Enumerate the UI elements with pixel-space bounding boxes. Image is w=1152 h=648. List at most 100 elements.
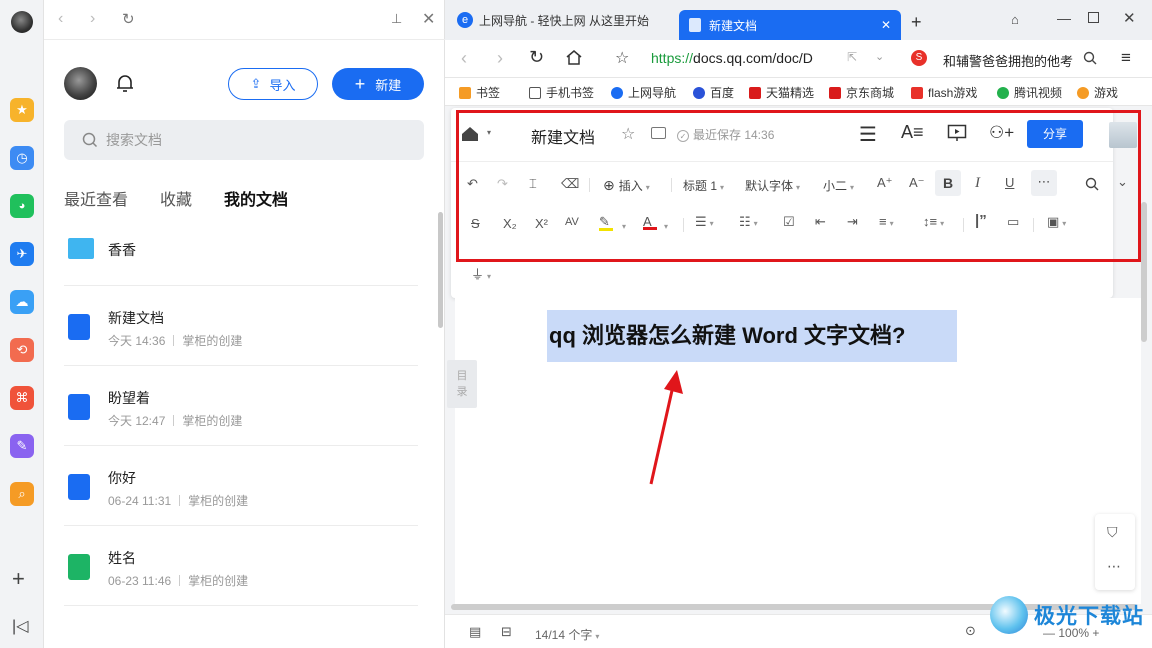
user-avatar[interactable] xyxy=(11,11,33,33)
tab-title: 上网导航 - 轻快上网 从这里开始 xyxy=(479,14,649,28)
search-engine-icon[interactable]: S xyxy=(911,50,927,66)
folder-name: 香香 xyxy=(108,242,136,258)
bookmark-item[interactable]: 手机书签 xyxy=(529,84,594,101)
nav-back-icon[interactable]: ‹ xyxy=(461,48,467,69)
maximize-icon[interactable] xyxy=(1088,12,1099,23)
translate-icon[interactable]: ⟲ xyxy=(10,338,34,362)
upload-icon: ⇪ xyxy=(250,76,262,91)
ie-icon xyxy=(611,87,623,99)
bookmark-item[interactable]: 天猫精选 xyxy=(749,84,814,101)
play-icon[interactable]: ⊙ xyxy=(965,623,976,639)
collapse-icon[interactable]: |◁ xyxy=(12,616,28,636)
shirt-icon[interactable]: ⛉ xyxy=(1107,524,1118,541)
pdf-icon[interactable]: ⌘ xyxy=(10,386,34,410)
new-tab-icon[interactable]: + xyxy=(911,12,922,33)
wechat-icon[interactable]: ◕ xyxy=(10,194,34,218)
clock-icon[interactable]: ◷ xyxy=(10,146,34,170)
add-icon[interactable]: + xyxy=(12,566,25,592)
folder-item[interactable]: 香香 xyxy=(64,226,418,286)
reload-icon[interactable]: ↻ xyxy=(529,47,544,68)
url-field[interactable]: https://docs.qq.com/doc/D xyxy=(651,50,813,66)
list-item[interactable]: 新建文档 今天 14:36 掌柜的创建 xyxy=(64,286,418,366)
refresh-icon[interactable]: ↻ xyxy=(122,10,135,28)
url-dropdown-icon[interactable]: ⌄ xyxy=(875,50,884,63)
bookmarks-bar: 书签 手机书签 上网导航 百度 天猫精选 京东商城 flash游戏 腾讯视频 游… xyxy=(445,78,1152,106)
cloud-icon[interactable]: ☁ xyxy=(10,290,34,314)
import-label: 导入 xyxy=(269,77,296,93)
sign-icon[interactable]: ✎ xyxy=(10,434,34,458)
floating-tools: ⛉ ⋯ xyxy=(1095,514,1135,590)
tab-bar: e 上网导航 - 轻快上网 从这里开始 新建文档 ✕ + ⌂ — ✕ xyxy=(445,0,1152,40)
panel-scrollbar[interactable] xyxy=(438,212,443,328)
search-input[interactable]: 搜索文档 xyxy=(64,120,424,160)
doc-icon xyxy=(68,314,90,340)
home-icon[interactable] xyxy=(565,49,583,66)
tab-favorites[interactable]: 收藏 xyxy=(160,186,192,210)
phone-icon xyxy=(529,87,541,99)
doc-name: 姓名 xyxy=(108,550,136,566)
list-item[interactable]: 你好 06-24 11:31 掌柜的创建 xyxy=(64,446,418,526)
bell-icon[interactable] xyxy=(116,73,134,93)
star-icon[interactable]: ★ xyxy=(10,98,34,122)
forward-icon[interactable]: › xyxy=(90,10,95,28)
plugin-icon[interactable]: ⏚ ▾ xyxy=(471,264,491,283)
doc-icon xyxy=(68,394,90,420)
tab-navigation[interactable]: e 上网导航 - 轻快上网 从这里开始 xyxy=(457,12,665,40)
search-tool-icon[interactable]: ⌕ xyxy=(10,482,34,506)
search-go-icon[interactable] xyxy=(1083,51,1097,65)
bookmark-item[interactable]: 书签 xyxy=(459,84,500,101)
annotation-arrow xyxy=(649,370,683,485)
new-label: 新建 xyxy=(375,77,402,93)
tab-close-icon[interactable]: ✕ xyxy=(881,18,891,32)
more-vertical-icon[interactable]: ⋯ xyxy=(1107,558,1121,575)
watermark: 极光下载站 xyxy=(990,596,1144,634)
back-icon[interactable]: ‹ xyxy=(58,10,63,28)
word-count[interactable]: 14/14 个字 ▾ xyxy=(535,626,599,643)
bookmark-item[interactable]: 游戏 xyxy=(1077,84,1139,101)
bookmark-item[interactable]: 百度 xyxy=(693,84,734,101)
bookmark-item[interactable]: 京东商城 xyxy=(829,84,894,101)
url-host: docs.qq.com/doc/D xyxy=(693,50,813,66)
document-vscroll[interactable] xyxy=(1141,202,1147,342)
skin-icon[interactable]: ⌂ xyxy=(1011,12,1019,27)
flash-icon xyxy=(911,87,923,99)
tab-my-docs[interactable]: 我的文档 xyxy=(224,186,288,210)
list-item[interactable]: 盼望着 今天 12:47 掌柜的创建 xyxy=(64,366,418,446)
new-button[interactable]: + 新建 xyxy=(332,68,424,100)
divider xyxy=(44,39,445,40)
document-area: ▾ 新建文档 ☆ ✓ 最近保存 14:36 ☰ A≡ ⚇+ 分享 ↶ ↷ ⌶ ⌫ … xyxy=(445,106,1152,648)
doc-meta: 06-23 11:46 掌柜的创建 xyxy=(108,574,249,588)
tab-new-doc[interactable]: 新建文档 ✕ xyxy=(679,10,901,40)
close-icon[interactable]: ✕ xyxy=(422,9,435,29)
airplane-icon[interactable]: ✈ xyxy=(10,242,34,266)
outline-view-icon[interactable]: ▤ xyxy=(469,624,481,640)
page-view-icon[interactable]: ⊟ xyxy=(501,624,512,640)
toc-label: 目录 xyxy=(456,370,468,398)
folder-icon xyxy=(68,238,94,259)
docs-panel: ‹ › ↻ ⊥ ✕ ⇪ 导入 + 新建 搜索文档 最近查看 收藏 我的文档 香香… xyxy=(44,0,445,648)
search-icon xyxy=(82,132,98,148)
pin-icon[interactable]: ⊥ xyxy=(391,11,402,27)
list-item[interactable]: 姓名 06-23 11:46 掌柜的创建 xyxy=(64,526,418,606)
nav-forward-icon[interactable]: › xyxy=(497,48,503,69)
minimize-icon[interactable]: — xyxy=(1057,10,1071,26)
document-heading[interactable]: qq 浏览器怎么新建 Word 文字文档? xyxy=(547,310,957,362)
bookmark-item[interactable]: 上网导航 xyxy=(611,84,676,101)
menu-icon[interactable]: ≡ xyxy=(1121,48,1131,68)
toc-button[interactable]: 目录 xyxy=(447,360,477,408)
window-close-icon[interactable]: ✕ xyxy=(1123,9,1136,27)
bookmark-item[interactable]: 腾讯视频 xyxy=(997,84,1062,101)
tmall-icon xyxy=(749,87,761,99)
bookmark-item[interactable]: flash游戏 xyxy=(911,84,977,101)
star-icon xyxy=(459,87,471,99)
sheet-icon xyxy=(68,554,90,580)
share-page-icon[interactable]: ⇱ xyxy=(847,50,857,64)
import-button[interactable]: ⇪ 导入 xyxy=(228,68,318,100)
doc-tab-icon xyxy=(689,18,701,32)
profile-avatar[interactable] xyxy=(64,67,97,100)
tab-recent[interactable]: 最近查看 xyxy=(64,186,128,210)
bookmark-star-icon[interactable]: ☆ xyxy=(615,48,629,68)
search-box-text[interactable]: 和辅警爸爸拥抱的他考 xyxy=(943,51,1073,70)
search-placeholder: 搜索文档 xyxy=(106,132,162,148)
doc-name: 你好 xyxy=(108,470,136,486)
